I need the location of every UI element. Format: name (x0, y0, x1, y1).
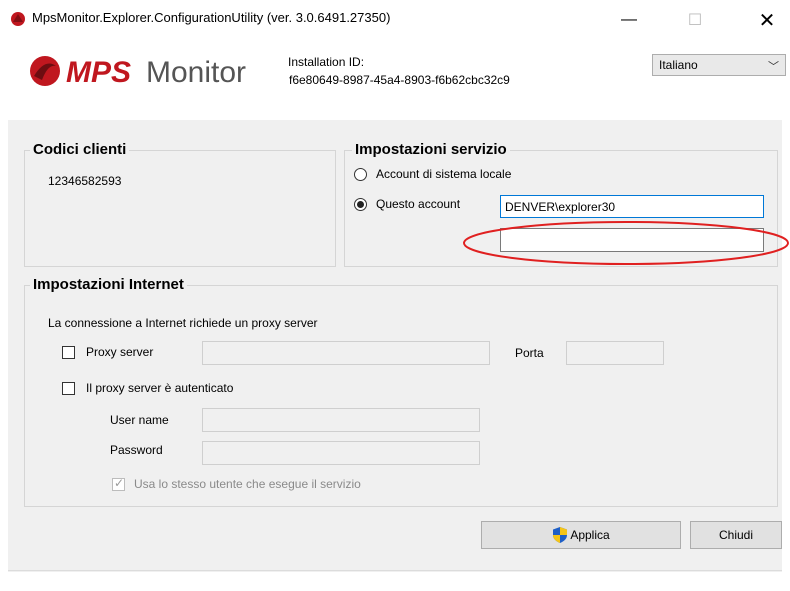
uac-shield-icon (553, 527, 568, 543)
client-code: 12346582593 (48, 174, 122, 188)
installation-id-value: f6e80649-8987-45a4-8903-f6b62cbc32c9 (289, 73, 510, 87)
port-input[interactable] (566, 341, 664, 365)
installation-id-label: Installation ID: (288, 55, 365, 69)
proxy-auth-checkbox[interactable] (62, 382, 75, 395)
close-button[interactable]: Chiudi (690, 521, 782, 549)
apply-button-label: Applica (570, 528, 610, 542)
svg-text:Monitor: Monitor (146, 56, 246, 88)
local-system-radio-label[interactable]: Account di sistema locale (376, 167, 511, 181)
clients-group-title: Codici clienti (30, 141, 130, 158)
proxy-auth-label[interactable]: Il proxy server è autenticato (86, 381, 233, 395)
proxy-server-checkbox[interactable] (62, 346, 75, 359)
maximize-button[interactable]: ☐ (672, 0, 718, 40)
same-user-label[interactable]: Usa lo stesso utente che esegue il servi… (134, 477, 361, 491)
highlight-ellipse (463, 221, 789, 265)
password-label: Password (110, 443, 163, 457)
username-input[interactable] (202, 408, 480, 432)
close-window-button[interactable]: ✕ (744, 0, 790, 40)
app-logo-icon (11, 12, 25, 26)
footer-divider (8, 570, 782, 571)
internet-group-title: Impostazioni Internet (30, 276, 187, 293)
same-user-checkbox[interactable]: ✓ (112, 476, 125, 491)
account-input-value: DENVER\explorer30 (505, 199, 616, 214)
proxy-server-input[interactable] (202, 341, 490, 365)
chevron-down-icon: ﹀ (768, 61, 779, 73)
internet-proxy-note: La connessione a Internet richiede un pr… (48, 316, 318, 330)
mps-monitor-logo: MPS Monitor (30, 56, 246, 88)
minimize-button[interactable]: — (606, 0, 652, 40)
proxy-server-label[interactable]: Proxy server (86, 345, 153, 359)
svg-text:MPS: MPS (66, 56, 131, 88)
account-input[interactable]: DENVER\explorer30 (500, 195, 764, 218)
this-account-radio[interactable] (354, 198, 367, 211)
proxy-password-input[interactable] (202, 441, 480, 465)
clients-group (24, 150, 336, 267)
local-system-radio[interactable] (354, 168, 367, 181)
language-select[interactable]: Italiano ﹀ (652, 54, 786, 76)
this-account-radio-label[interactable]: Questo account (376, 197, 460, 211)
service-group-title: Impostazioni servizio (352, 141, 510, 158)
username-label: User name (110, 413, 169, 427)
port-label: Porta (515, 346, 544, 360)
close-button-label: Chiudi (718, 528, 754, 542)
apply-button[interactable]: Applica (481, 521, 681, 549)
window-title: MpsMonitor.Explorer.ConfigurationUtility… (32, 10, 391, 25)
checkmark-icon: ✓ (114, 476, 125, 490)
language-select-value: Italiano (659, 58, 698, 72)
